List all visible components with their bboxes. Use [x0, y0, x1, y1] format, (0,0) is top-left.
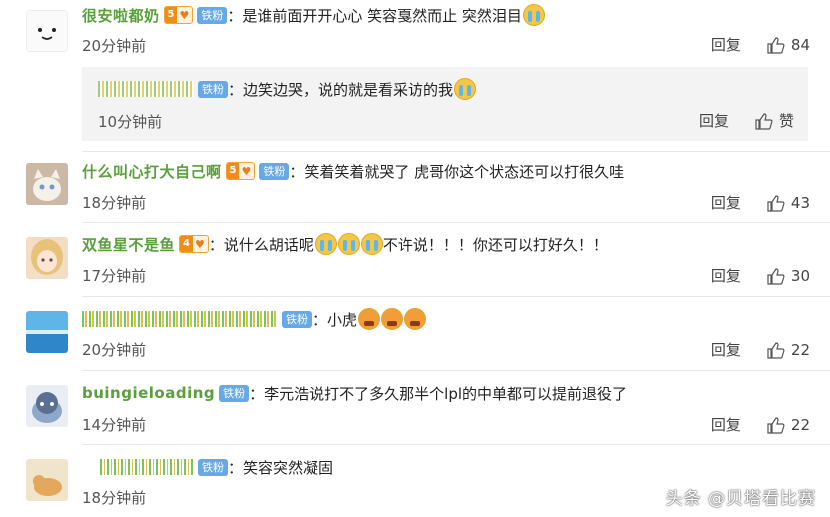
crying-emoji-icon — [454, 78, 477, 100]
reply-header: 铁粉 ：边笑边哭，说的就是看采访的我 — [98, 77, 477, 101]
timestamp: 17分钟前 — [82, 267, 147, 285]
username[interactable]: buingieloading — [82, 384, 215, 402]
username[interactable] — [82, 311, 278, 327]
like-count: 84 — [790, 35, 810, 54]
timestamp: 20分钟前 — [82, 37, 147, 55]
crying-emoji-icon — [522, 4, 545, 26]
angry-emoji-icon — [404, 308, 427, 330]
reply-actions: 回复 赞 — [699, 110, 794, 131]
reply-button[interactable]: 回复 — [711, 34, 741, 55]
avatar[interactable] — [26, 459, 68, 501]
fan-badge: 铁粉 — [219, 384, 250, 402]
level-badge: 5 ♥ — [225, 162, 256, 180]
angry-emoji-icon — [358, 308, 381, 330]
like-count: 22 — [790, 340, 810, 359]
comment-text: ：是谁前面开开心心 笑容戛然而止 突然泪目 — [227, 6, 522, 25]
reply-button[interactable]: 回复 — [711, 414, 741, 435]
timestamp: 20分钟前 — [82, 341, 147, 359]
level-badge: 4 ♥ — [179, 235, 209, 253]
comment-header: 铁粉 ：笑容突然凝固 — [82, 455, 333, 479]
reply-button[interactable]: 回复 — [699, 110, 729, 131]
timestamp: 10分钟前 — [98, 113, 163, 131]
thumbs-up-icon[interactable] — [767, 36, 785, 54]
avatar[interactable] — [26, 237, 68, 279]
username[interactable]: 很安啦都奶 — [82, 5, 160, 26]
like-count: 43 — [790, 193, 810, 212]
divider — [82, 222, 830, 223]
avatar[interactable] — [26, 10, 68, 52]
avatar[interactable] — [26, 311, 68, 353]
divider — [82, 444, 830, 445]
avatar[interactable] — [26, 163, 68, 205]
comment-text: ：笑容突然凝固 — [228, 458, 334, 477]
username[interactable]: 什么叫心打大自己啊 — [82, 161, 222, 182]
comment-header: 铁粉 ：小虎 — [82, 307, 427, 331]
divider — [82, 370, 830, 371]
username[interactable]: 双鱼星不是鱼 — [82, 234, 175, 255]
thumbs-up-icon[interactable] — [767, 416, 785, 434]
like-count: 22 — [790, 415, 810, 434]
watermark: 头条 @贝塔看比赛 — [665, 489, 816, 509]
reply-thread: 铁粉 ：边笑边哭，说的就是看采访的我 10分钟前 回复 赞 — [82, 67, 808, 141]
comment-text: 不许说！！！你还可以打好久！！ — [382, 235, 608, 254]
comment-text: ：小虎 — [312, 310, 358, 329]
comment-actions: 回复 22 — [711, 414, 810, 435]
reply-button[interactable]: 回复 — [711, 339, 741, 360]
comment-header: buingieloading 铁粉 ：李元浩说打不了多久那半个lpl的中单都可以… — [82, 381, 627, 405]
like-label[interactable]: 赞 — [779, 110, 794, 131]
comment-text-before: ：说什么胡话呢 — [208, 235, 314, 254]
comment-header: 双鱼星不是鱼 4 ♥ ：说什么胡话呢 不许说！！！你还可以打好久！！ — [82, 232, 608, 256]
avatar[interactable] — [26, 385, 68, 427]
comment-actions: 回复 43 — [711, 192, 810, 213]
fan-badge: 铁粉 — [198, 458, 228, 476]
fan-badge: 铁粉 — [282, 310, 312, 328]
username[interactable] — [100, 459, 194, 475]
angry-emoji-icon — [381, 308, 404, 330]
comment-header: 什么叫心打大自己啊 5 ♥ 铁粉 ：笑着笑着就哭了 虎哥你这个状态还可以打很久哇 — [82, 159, 624, 183]
reply-button[interactable]: 回复 — [711, 192, 741, 213]
like-count: 30 — [790, 266, 810, 285]
comment-text: ：笑着笑着就哭了 虎哥你这个状态还可以打很久哇 — [289, 162, 625, 181]
reply-button[interactable]: 回复 — [711, 265, 741, 286]
fan-badge: 铁粉 — [198, 80, 228, 98]
fan-badge: 铁粉 — [197, 6, 228, 24]
username[interactable] — [98, 81, 194, 97]
comment-actions: 回复 22 — [711, 339, 810, 360]
timestamp: 18分钟前 — [82, 489, 147, 507]
thumbs-up-icon[interactable] — [767, 267, 785, 285]
crying-emoji-icon — [337, 233, 360, 255]
thumbs-up-icon[interactable] — [767, 194, 785, 212]
comment-actions: 回复 84 — [711, 34, 810, 55]
thumbs-up-icon[interactable] — [767, 341, 785, 359]
crying-emoji-icon — [314, 233, 337, 255]
comment-text: ：李元浩说打不了多久那半个lpl的中单都可以提前退役了 — [249, 384, 628, 403]
divider — [82, 151, 830, 152]
crying-emoji-icon — [360, 233, 383, 255]
thumbs-up-icon[interactable] — [755, 112, 773, 130]
level-badge: 5 ♥ — [163, 6, 194, 24]
timestamp: 14分钟前 — [82, 416, 147, 434]
comment-actions: 回复 30 — [711, 265, 810, 286]
reply-text: ：边笑边哭，说的就是看采访的我 — [228, 80, 454, 99]
timestamp: 18分钟前 — [82, 194, 147, 212]
comment-header: 很安啦都奶 5 ♥ 铁粉 ：是谁前面开开心心 笑容戛然而止 突然泪目 — [82, 3, 545, 27]
divider — [82, 296, 830, 297]
fan-badge: 铁粉 — [259, 162, 290, 180]
